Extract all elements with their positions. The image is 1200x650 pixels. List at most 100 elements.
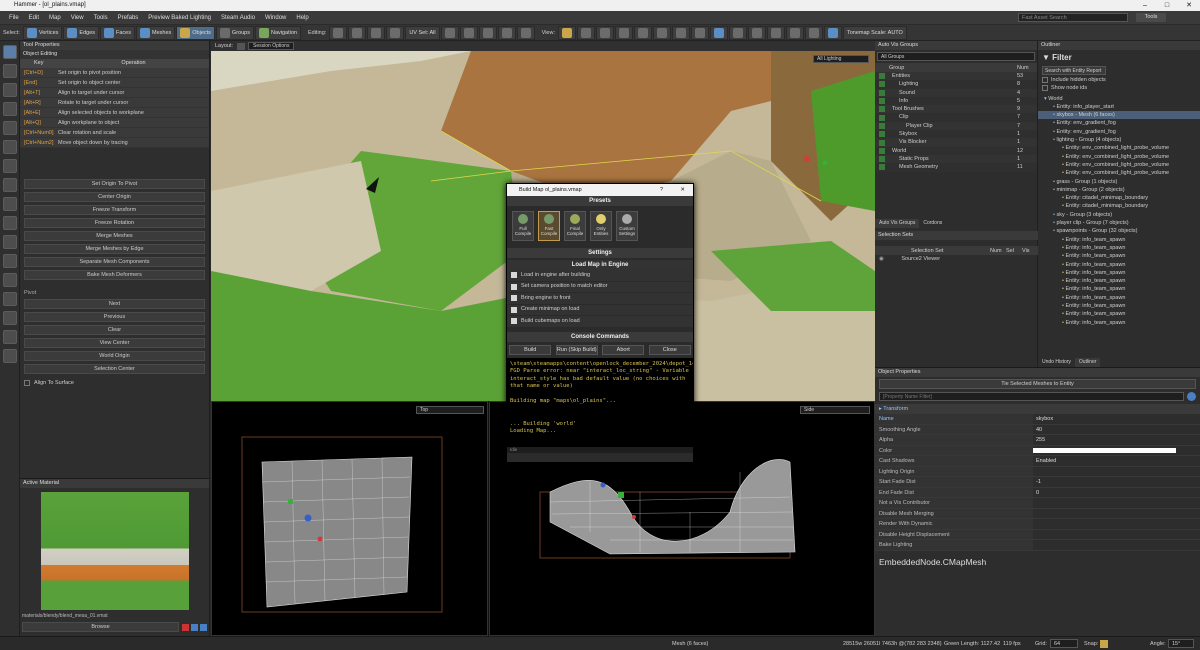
option-create-minimap[interactable]: Create minimap on load <box>507 304 693 316</box>
view-tool-2[interactable] <box>576 25 595 40</box>
pivot-clear-button[interactable]: Clear <box>24 325 205 335</box>
outliner-item[interactable]: • Entity: env_combined_light_probe_volum… <box>1038 161 1200 169</box>
outliner-item[interactable]: • skybox - Mesh (6 faces) <box>1038 111 1200 120</box>
view-tool-8[interactable] <box>690 25 709 40</box>
option-set-camera[interactable]: Set camera position to match editor <box>507 281 693 293</box>
property-value[interactable] <box>1033 509 1200 519</box>
vis-group-row[interactable]: Info 5 <box>875 96 1037 106</box>
outliner-item[interactable]: • Entity: env_combined_light_probe_volum… <box>1038 153 1200 161</box>
pivot-next-button[interactable]: Next <box>24 299 205 309</box>
menu-tools[interactable]: Tools <box>89 15 113 21</box>
visible-checkbox[interactable] <box>879 131 885 138</box>
preset-custom-settings[interactable]: Custom Settings <box>616 211 638 241</box>
vis-group-row[interactable]: Tool Brushes 9 <box>875 105 1037 114</box>
property-row[interactable]: Color <box>875 445 1200 456</box>
preset-only-entities[interactable]: Only Entities <box>590 211 612 241</box>
property-value[interactable]: 40 <box>1033 425 1200 435</box>
dialog-help-button[interactable]: ? <box>660 184 663 196</box>
select-arrow-icon[interactable] <box>3 45 17 59</box>
property-value[interactable] <box>1033 467 1200 477</box>
view-tool-7[interactable] <box>671 25 690 40</box>
property-row[interactable]: Smoothing Angle 40 <box>875 424 1200 435</box>
lighting-mode-dropdown[interactable]: All Lighting <box>813 55 869 63</box>
outliner-item[interactable]: • Entity: env_combined_light_probe_volum… <box>1038 144 1200 152</box>
vis-group-row[interactable]: Vis Blocker 1 <box>875 138 1037 147</box>
visible-checkbox[interactable] <box>879 122 885 129</box>
tab-outliner[interactable]: Outliner <box>1074 358 1101 367</box>
visible-checkbox[interactable] <box>879 106 885 113</box>
outliner-item[interactable]: • spawnpoints - Group (32 objects) <box>1038 227 1200 235</box>
tile-icon[interactable] <box>3 349 17 363</box>
minimize-button[interactable]: – <box>1134 0 1156 11</box>
separate-mesh-components-button[interactable]: Separate Mesh Components <box>24 257 205 267</box>
browse-material-button[interactable]: Browse <box>22 622 179 632</box>
console-commands-title[interactable]: Console Commands <box>507 331 693 342</box>
outliner-item[interactable]: • Entity: info_team_spawn <box>1038 269 1200 277</box>
property-value[interactable]: 0 <box>1033 488 1200 498</box>
session-options-dropdown[interactable]: Session Options <box>248 42 295 50</box>
visible-checkbox[interactable] <box>879 89 885 96</box>
outliner-item[interactable]: • Entity: info_team_spawn <box>1038 302 1200 310</box>
view-tool-4[interactable] <box>614 25 633 40</box>
property-row[interactable]: Alpha 255 <box>875 435 1200 446</box>
outliner-item[interactable]: • Entity: env_combined_light_probe_volum… <box>1038 169 1200 177</box>
vis-group-row[interactable]: Lighting 8 <box>875 80 1037 89</box>
view-tool-13[interactable] <box>785 25 804 40</box>
outliner-item[interactable]: ▾ World <box>1038 95 1200 103</box>
option-load-in-engine[interactable]: Load in engine after building <box>507 270 693 282</box>
preset-fast-compile[interactable]: Fast Compile <box>538 211 560 241</box>
tab-undo-history[interactable]: Undo History <box>1038 358 1075 367</box>
tab-cordons[interactable]: Cordons <box>919 219 946 228</box>
property-row[interactable]: Lighting Origin <box>875 466 1200 477</box>
light-icon[interactable] <box>3 140 17 154</box>
vis-group-row[interactable]: Sound 4 <box>875 88 1037 97</box>
property-row[interactable]: Name skybox <box>875 414 1200 425</box>
mode-objects-button[interactable]: Objects <box>176 25 215 40</box>
tie-meshes-button[interactable]: Tie Selected Meshes to Entity <box>879 379 1196 389</box>
sculpt-icon[interactable] <box>3 330 17 344</box>
tool-7[interactable] <box>478 25 497 40</box>
freeze-transform-button[interactable]: Freeze Transform <box>24 205 205 215</box>
outliner-item[interactable]: • Entity: info_team_spawn <box>1038 277 1200 285</box>
vis-group-row[interactable]: Static Props 1 <box>875 154 1037 164</box>
outliner-item[interactable]: • Entity: citadel_minimap_boundary <box>1038 194 1200 202</box>
move-icon[interactable] <box>3 64 17 78</box>
material-blue-icon[interactable] <box>191 623 198 631</box>
pivot-world-origin-button[interactable]: World Origin <box>24 351 205 361</box>
property-value[interactable] <box>1033 519 1200 529</box>
include-hidden-option[interactable]: Include hidden objects <box>1038 76 1200 84</box>
edit-tool-2[interactable] <box>348 25 367 40</box>
outliner-item[interactable]: • minimap - Group (2 objects) <box>1038 186 1200 194</box>
outliner-item[interactable]: • Entity: info_team_spawn <box>1038 252 1200 260</box>
mode-vertices-button[interactable]: Vertices <box>22 25 63 40</box>
outliner-item[interactable]: • Entity: info_team_spawn <box>1038 244 1200 252</box>
uvset-dropdown[interactable]: UV Set: All <box>405 25 440 40</box>
visible-checkbox[interactable] <box>879 81 885 88</box>
set-origin-to-pivot-button[interactable]: Set Origin To Pivot <box>24 179 205 189</box>
outliner-item[interactable]: • lighting - Group (4 objects) <box>1038 136 1200 144</box>
vis-group-row[interactable]: Mesh Geometry 11 <box>875 163 1037 172</box>
property-row[interactable]: Start Fade Dist -1 <box>875 477 1200 488</box>
checkbox[interactable] <box>511 306 517 313</box>
property-value[interactable]: skybox <box>1033 414 1200 424</box>
build-console-output[interactable]: \steam\steamapps\content\openlock_decemb… <box>507 357 693 447</box>
pivot-view-center-button[interactable]: View Center <box>24 338 205 348</box>
checkbox[interactable] <box>511 272 517 279</box>
outliner-item[interactable]: • Entity: citadel_minimap_boundary <box>1038 202 1200 210</box>
freeze-rotation-button[interactable]: Freeze Rotation <box>24 218 205 228</box>
menu-file[interactable]: File <box>4 15 24 21</box>
asset-search-input[interactable]: Fast Asset Search <box>1018 13 1128 22</box>
visible-checkbox[interactable] <box>879 73 885 80</box>
visible-checkbox[interactable] <box>879 139 885 146</box>
tool-5[interactable] <box>440 25 459 40</box>
property-value[interactable] <box>1033 447 1176 453</box>
outliner-item[interactable]: • Entity: info_team_spawn <box>1038 310 1200 318</box>
property-row[interactable]: Bake Lighting <box>875 540 1200 551</box>
preset-final-compile[interactable]: Final Compile <box>564 211 586 241</box>
vis-group-row[interactable]: World 12 <box>875 146 1037 155</box>
path-icon[interactable] <box>3 292 17 306</box>
property-value[interactable]: 255 <box>1033 435 1200 445</box>
property-filter-input[interactable]: [Property Name Filter] <box>879 392 1184 401</box>
polygon-icon[interactable] <box>3 197 17 211</box>
bake-mesh-deformers-button[interactable]: Bake Mesh Deformers <box>24 270 205 280</box>
